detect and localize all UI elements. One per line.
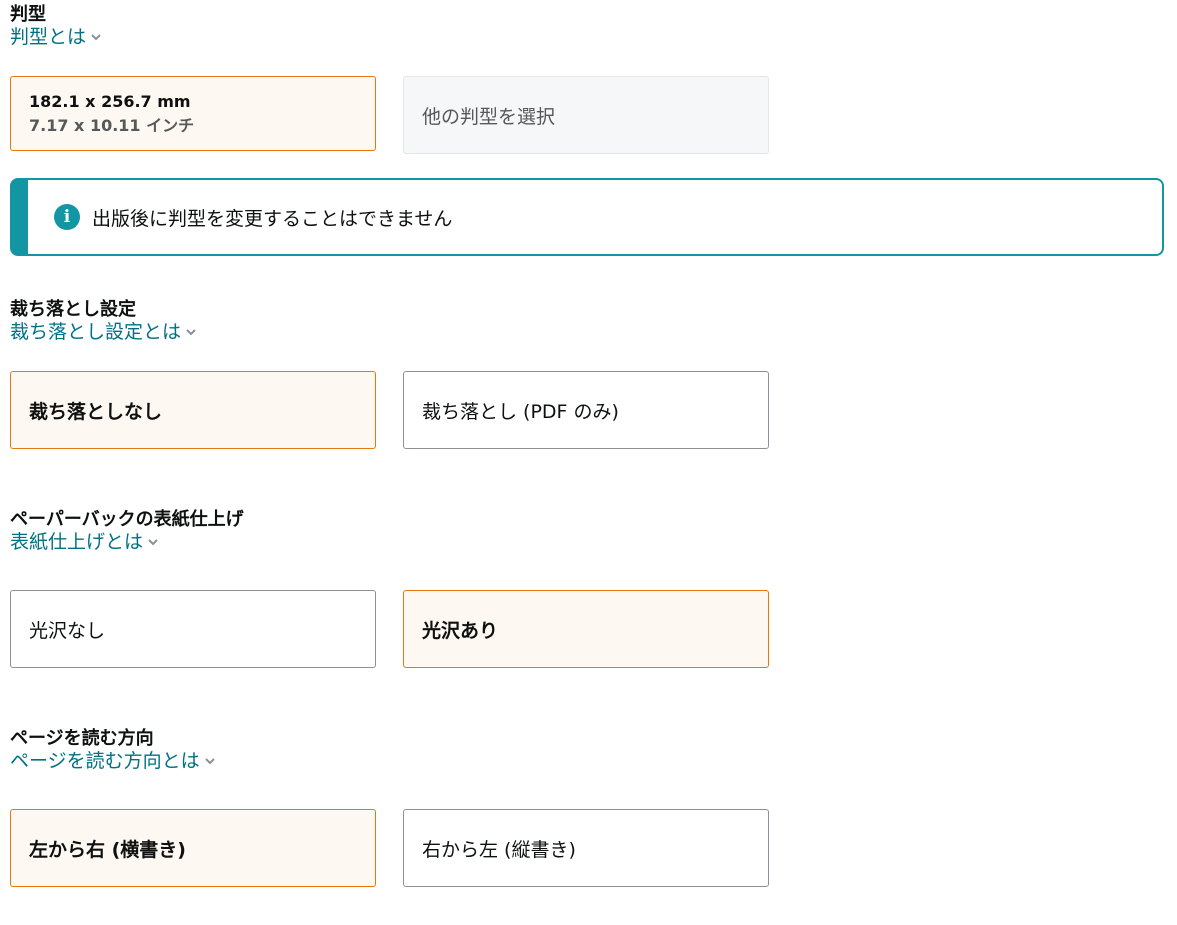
cover-option-matte[interactable]: 光沢なし (10, 590, 376, 668)
cover-finish-help-link[interactable]: 表紙仕上げとは (10, 531, 159, 553)
cover-finish-help-text: 表紙仕上げとは (10, 531, 144, 553)
chevron-down-icon (204, 758, 215, 765)
chevron-down-icon (186, 329, 196, 336)
reading-direction-help-text: ページを読む方向とは (10, 750, 200, 772)
trim-size-help-link[interactable]: 判型とは (10, 26, 102, 48)
bleed-option-label: 裁ち落とし (PDF のみ) (422, 400, 619, 423)
chevron-down-icon (148, 539, 158, 546)
reading-direction-section: ページを読む方向 ページを読む方向とは (10, 728, 216, 772)
bleed-help-text: 裁ち落とし設定とは (10, 321, 182, 343)
trim-size-selected-option[interactable]: 182.1 x 256.7 mm 7.17 x 10.11 インチ (10, 76, 376, 151)
chevron-down-icon (91, 34, 101, 41)
bleed-option-no-bleed[interactable]: 裁ち落としなし (10, 371, 376, 449)
trim-size-mm: 182.1 x 256.7 mm (29, 91, 191, 111)
trim-size-section: 判型 判型とは (10, 4, 102, 48)
select-other-trim-button[interactable]: 他の判型を選択 (403, 76, 769, 154)
bleed-option-pdf-only[interactable]: 裁ち落とし (PDF のみ) (403, 371, 769, 449)
trim-size-title: 判型 (10, 4, 46, 25)
direction-option-right-to-left[interactable]: 右から左 (縦書き) (403, 809, 769, 887)
reading-direction-title: ページを読む方向 (10, 728, 154, 749)
select-other-trim-label: 他の判型を選択 (422, 105, 556, 128)
reading-direction-help-link[interactable]: ページを読む方向とは (10, 750, 216, 772)
bleed-help-link[interactable]: 裁ち落とし設定とは (10, 321, 197, 343)
alert-text: 出版後に判型を変更することはできません (92, 207, 453, 230)
bleed-section: 裁ち落とし設定 裁ち落とし設定とは (10, 299, 197, 343)
cover-finish-title: ペーパーバックの表紙仕上げ (10, 509, 244, 530)
direction-option-label: 右から左 (縦書き) (422, 838, 576, 861)
bleed-title: 裁ち落とし設定 (10, 299, 136, 320)
bleed-option-label: 裁ち落としなし (29, 400, 163, 423)
cover-option-glossy[interactable]: 光沢あり (403, 590, 769, 668)
cover-option-label: 光沢あり (422, 619, 499, 642)
cover-option-label: 光沢なし (29, 619, 106, 642)
cover-finish-section: ペーパーバックの表紙仕上げ 表紙仕上げとは (10, 509, 244, 553)
trim-size-help-text: 判型とは (10, 26, 87, 48)
direction-option-label: 左から右 (横書き) (29, 838, 186, 861)
trim-change-alert: i 出版後に判型を変更することはできません (10, 178, 1164, 256)
direction-option-left-to-right[interactable]: 左から右 (横書き) (10, 809, 376, 887)
trim-size-inch: 7.17 x 10.11 インチ (29, 115, 195, 135)
info-icon: i (54, 204, 80, 230)
